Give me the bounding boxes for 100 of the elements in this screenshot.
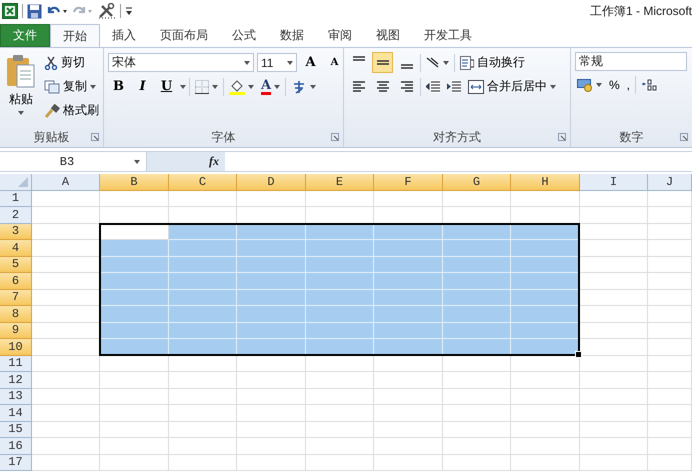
spreadsheet-cell[interactable]: [648, 339, 692, 356]
spreadsheet-cell[interactable]: [580, 273, 648, 290]
spreadsheet-cell[interactable]: [443, 356, 511, 372]
spreadsheet-cell[interactable]: [169, 422, 237, 438]
insert-function-button[interactable]: fx: [209, 154, 219, 169]
selected-cell[interactable]: [100, 256, 169, 273]
selected-cell[interactable]: [511, 290, 580, 306]
selected-cell[interactable]: [237, 273, 306, 290]
spreadsheet-cell[interactable]: [648, 405, 692, 422]
spreadsheet-cell[interactable]: [580, 372, 648, 388]
spreadsheet-cell[interactable]: [306, 438, 374, 454]
spreadsheet-cell[interactable]: [580, 190, 648, 207]
selected-cell[interactable]: [100, 273, 169, 290]
spreadsheet-cell[interactable]: [648, 422, 692, 438]
selected-cell[interactable]: [100, 306, 169, 322]
spreadsheet-cell[interactable]: [374, 422, 443, 438]
ribbon-tab[interactable]: 开发工具: [412, 24, 484, 47]
spreadsheet-cell[interactable]: [100, 438, 169, 454]
spreadsheet-cell[interactable]: [374, 405, 443, 422]
font-color-button[interactable]: A: [259, 76, 282, 97]
spreadsheet-cell[interactable]: [32, 405, 100, 422]
selected-cell[interactable]: [169, 290, 237, 306]
ribbon-tab[interactable]: 公式: [220, 24, 268, 47]
selected-cell[interactable]: [237, 322, 306, 339]
spreadsheet-cell[interactable]: [648, 322, 692, 339]
row-header[interactable]: 7: [0, 290, 32, 306]
spreadsheet-cell[interactable]: [100, 422, 169, 438]
spreadsheet-cell[interactable]: [580, 356, 648, 372]
underline-button[interactable]: U: [156, 76, 177, 97]
spreadsheet-cell[interactable]: [511, 422, 580, 438]
selected-cell[interactable]: [237, 290, 306, 306]
selected-cell[interactable]: [443, 290, 511, 306]
spreadsheet-cell[interactable]: [511, 405, 580, 422]
spreadsheet-cell[interactable]: [443, 422, 511, 438]
spreadsheet-cell[interactable]: [100, 372, 169, 388]
dialog-launcher-icon[interactable]: [558, 133, 566, 141]
selected-cell[interactable]: [443, 273, 511, 290]
spreadsheet-cell[interactable]: [443, 372, 511, 388]
selected-cell[interactable]: [443, 306, 511, 322]
spreadsheet-cell[interactable]: [100, 190, 169, 207]
spreadsheet-cell[interactable]: [443, 454, 511, 471]
row-header[interactable]: 17: [0, 454, 32, 471]
selected-cell[interactable]: [169, 306, 237, 322]
spreadsheet-cell[interactable]: [443, 388, 511, 405]
ribbon-tab[interactable]: 开始: [50, 24, 100, 47]
column-header[interactable]: H: [511, 174, 580, 190]
number-format-field[interactable]: 常规: [575, 52, 687, 71]
spreadsheet-cell[interactable]: [374, 438, 443, 454]
spreadsheet-cell[interactable]: [374, 372, 443, 388]
selected-cell[interactable]: [169, 322, 237, 339]
spreadsheet-cell[interactable]: [511, 454, 580, 471]
spreadsheet-cell[interactable]: [580, 454, 648, 471]
selected-cell[interactable]: [169, 256, 237, 273]
spreadsheet-cell[interactable]: [580, 322, 648, 339]
spreadsheet-cell[interactable]: [169, 190, 237, 207]
spreadsheet-cell[interactable]: [648, 224, 692, 240]
align-middle-button[interactable]: [372, 52, 393, 73]
wrap-text-button[interactable]: 自动换行: [458, 52, 527, 73]
selected-cell[interactable]: [374, 306, 443, 322]
row-header[interactable]: 1: [0, 190, 32, 207]
spreadsheet-cell[interactable]: [648, 190, 692, 207]
spreadsheet-cell[interactable]: [32, 224, 100, 240]
shrink-font-button[interactable]: A: [324, 52, 345, 73]
spreadsheet-cell[interactable]: [580, 339, 648, 356]
spreadsheet-cell[interactable]: [580, 224, 648, 240]
spreadsheet-cell[interactable]: [306, 454, 374, 471]
selected-cell[interactable]: [511, 322, 580, 339]
column-header[interactable]: E: [306, 174, 374, 190]
spreadsheet-cell[interactable]: [374, 190, 443, 207]
spreadsheet-cell[interactable]: [648, 306, 692, 322]
file-tab[interactable]: 文件: [0, 24, 50, 47]
spreadsheet-cell[interactable]: [32, 356, 100, 372]
row-header[interactable]: 5: [0, 256, 32, 273]
spreadsheet-cell[interactable]: [237, 405, 306, 422]
spreadsheet-cell[interactable]: [443, 438, 511, 454]
customize-menu-icon[interactable]: [125, 6, 133, 16]
spreadsheet-cell[interactable]: [32, 322, 100, 339]
spreadsheet-cell[interactable]: [237, 356, 306, 372]
spreadsheet-cell[interactable]: [580, 240, 648, 256]
ribbon-tab[interactable]: 视图: [364, 24, 412, 47]
spreadsheet-cell[interactable]: [580, 422, 648, 438]
spreadsheet-cell[interactable]: [306, 388, 374, 405]
excel-logo-icon[interactable]: [2, 3, 18, 19]
row-header[interactable]: 9: [0, 322, 32, 339]
spreadsheet-cell[interactable]: [580, 388, 648, 405]
selected-cell[interactable]: [169, 240, 237, 256]
spreadsheet-cell[interactable]: [648, 240, 692, 256]
row-header[interactable]: 3: [0, 224, 32, 240]
spreadsheet-cell[interactable]: [169, 454, 237, 471]
spreadsheet-cell[interactable]: [237, 454, 306, 471]
selected-cell[interactable]: [443, 256, 511, 273]
selected-cell[interactable]: [237, 240, 306, 256]
spreadsheet-cell[interactable]: [580, 207, 648, 224]
row-header[interactable]: 15: [0, 422, 32, 438]
dialog-launcher-icon[interactable]: [680, 133, 688, 141]
spreadsheet-cell[interactable]: [648, 372, 692, 388]
column-header[interactable]: J: [648, 174, 692, 190]
spreadsheet-cell[interactable]: [511, 190, 580, 207]
selected-cell[interactable]: [237, 256, 306, 273]
spreadsheet-cell[interactable]: [169, 405, 237, 422]
